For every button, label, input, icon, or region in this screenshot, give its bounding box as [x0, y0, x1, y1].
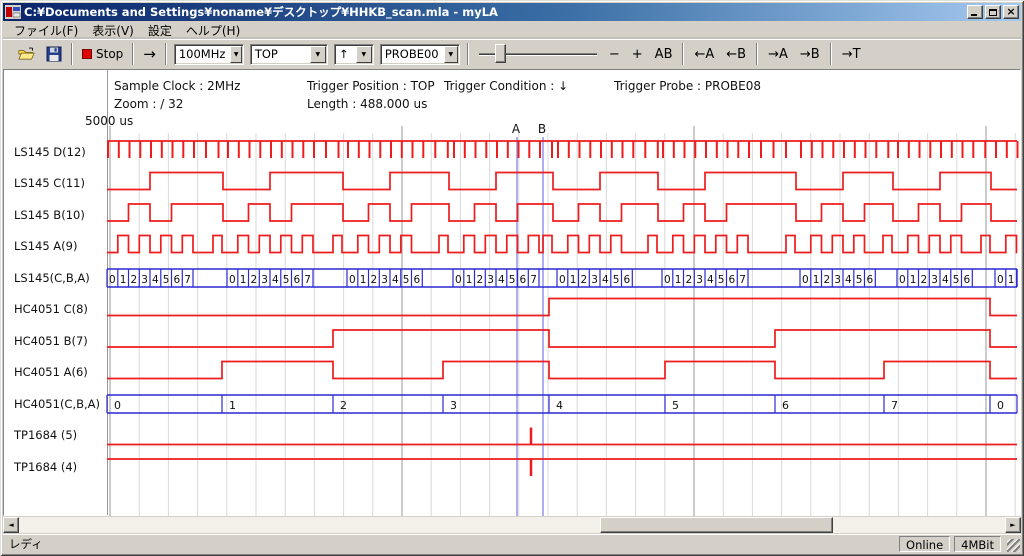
svg-text:2: 2 [921, 274, 928, 286]
svg-text:3: 3 [834, 274, 841, 286]
svg-text:5: 5 [856, 274, 863, 286]
svg-text:2: 2 [251, 274, 258, 286]
svg-text:6: 6 [174, 274, 181, 286]
svg-text:3: 3 [931, 274, 938, 286]
svg-text:2: 2 [477, 274, 484, 286]
svg-text:A: A [512, 122, 521, 136]
svg-text:7: 7 [739, 274, 746, 286]
svg-text:4: 4 [707, 274, 714, 286]
svg-text:3: 3 [487, 274, 494, 286]
svg-text:B: B [538, 122, 546, 136]
svg-text:4: 4 [845, 274, 852, 286]
svg-text:3: 3 [696, 274, 703, 286]
svg-text:6: 6 [520, 274, 527, 286]
svg-text:1: 1 [675, 274, 682, 286]
svg-text:1: 1 [240, 274, 247, 286]
svg-text:4: 4 [392, 274, 399, 286]
svg-text:1: 1 [813, 274, 820, 286]
resize-grip-icon[interactable] [1007, 539, 1020, 552]
scroll-right-button[interactable]: ► [1005, 517, 1021, 533]
svg-text:7: 7 [184, 274, 191, 286]
svg-text:4: 4 [498, 274, 505, 286]
svg-text:5: 5 [403, 274, 410, 286]
svg-text:7: 7 [530, 274, 537, 286]
svg-text:5: 5 [509, 274, 516, 286]
svg-text:0: 0 [899, 274, 906, 286]
svg-text:1: 1 [120, 274, 127, 286]
svg-text:3: 3 [141, 274, 148, 286]
waveform-plot[interactable]: AB01234567012345670123456012345670123456… [0, 0, 1024, 556]
svg-text:6: 6 [867, 274, 874, 286]
svg-text:5: 5 [613, 274, 620, 286]
svg-text:4: 4 [272, 274, 279, 286]
svg-text:3: 3 [450, 399, 457, 412]
svg-text:5: 5 [953, 274, 960, 286]
svg-text:1: 1 [466, 274, 473, 286]
svg-text:2: 2 [581, 274, 588, 286]
svg-text:0: 0 [109, 274, 116, 286]
svg-text:7: 7 [304, 274, 311, 286]
svg-text:1: 1 [360, 274, 367, 286]
svg-text:5: 5 [672, 399, 679, 412]
svg-text:4: 4 [602, 274, 609, 286]
svg-text:1: 1 [1008, 274, 1015, 286]
status-ready-text: レディ [3, 536, 899, 552]
app-window: C:¥Documents and Settings¥noname¥デスクトップ¥… [0, 0, 1024, 556]
svg-text:2: 2 [340, 399, 347, 412]
scrollbar-track[interactable] [19, 517, 1005, 533]
svg-text:0: 0 [997, 399, 1004, 412]
svg-text:0: 0 [229, 274, 236, 286]
horizontal-scrollbar[interactable]: ◄ ► [3, 517, 1021, 533]
svg-text:1: 1 [229, 399, 236, 412]
svg-text:5: 5 [163, 274, 170, 286]
svg-text:0: 0 [349, 274, 356, 286]
svg-text:3: 3 [261, 274, 268, 286]
svg-text:4: 4 [556, 399, 563, 412]
svg-text:6: 6 [782, 399, 789, 412]
svg-text:1: 1 [910, 274, 917, 286]
svg-text:0: 0 [664, 274, 671, 286]
status-memory-badge: 4MBit [954, 536, 1001, 552]
svg-text:3: 3 [381, 274, 388, 286]
status-online-badge: Online [899, 536, 950, 552]
svg-text:4: 4 [152, 274, 159, 286]
scroll-left-button[interactable]: ◄ [3, 517, 19, 533]
svg-text:6: 6 [414, 274, 421, 286]
svg-text:4: 4 [942, 274, 949, 286]
svg-text:3: 3 [591, 274, 598, 286]
svg-text:0: 0 [997, 274, 1004, 286]
svg-text:6: 6 [964, 274, 971, 286]
svg-text:0: 0 [802, 274, 809, 286]
svg-text:2: 2 [686, 274, 693, 286]
scrollbar-thumb[interactable] [600, 517, 833, 533]
svg-text:0: 0 [114, 399, 121, 412]
svg-text:6: 6 [729, 274, 736, 286]
status-bar: レディ Online 4MBit [3, 534, 1021, 553]
svg-text:2: 2 [131, 274, 138, 286]
svg-text:7: 7 [891, 399, 898, 412]
svg-text:5: 5 [283, 274, 290, 286]
svg-text:6: 6 [294, 274, 301, 286]
svg-text:2: 2 [824, 274, 831, 286]
svg-text:5: 5 [718, 274, 725, 286]
svg-text:0: 0 [559, 274, 566, 286]
svg-text:1: 1 [570, 274, 577, 286]
svg-text:6: 6 [624, 274, 631, 286]
svg-text:0: 0 [455, 274, 462, 286]
svg-text:2: 2 [371, 274, 378, 286]
